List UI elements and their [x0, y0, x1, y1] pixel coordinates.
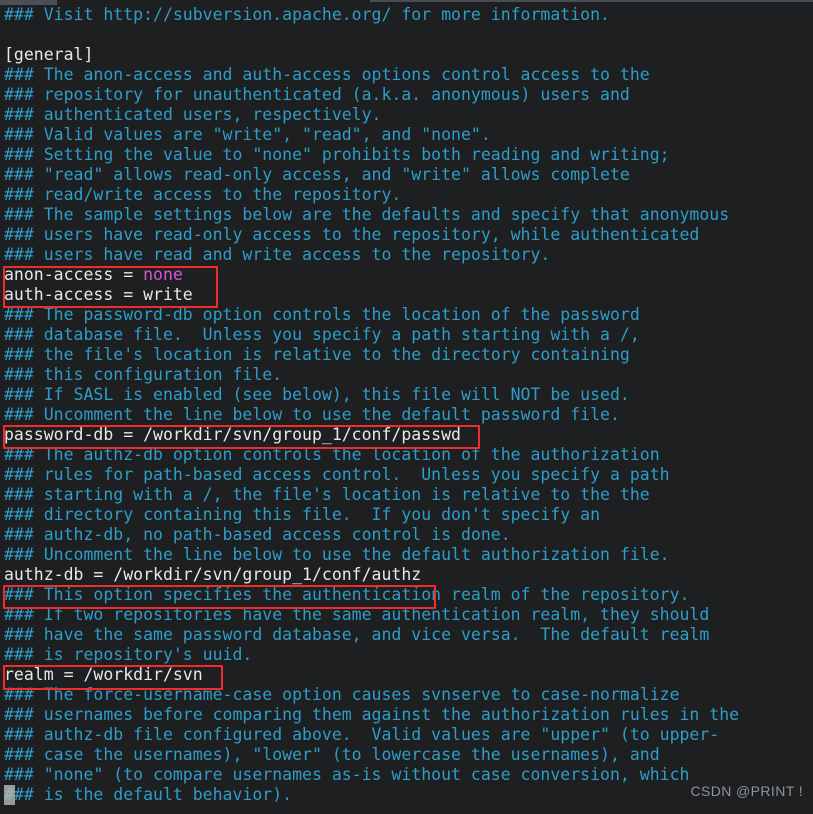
config-value: none [143, 265, 183, 284]
code-line[interactable]: ### users have read and write access to … [0, 245, 813, 265]
code-line[interactable]: ### users have read-only access to the r… [0, 225, 813, 245]
comment-text: ### If SASL is enabled (see below), this… [4, 385, 630, 404]
comment-text: ### database file. Unless you specify a … [4, 325, 640, 344]
comment-text: ### The authz-db option controls the loc… [4, 445, 660, 464]
code-line[interactable]: ### authz-db file configured above. Vali… [0, 725, 813, 745]
code-line[interactable]: ### If SASL is enabled (see below), this… [0, 385, 813, 405]
terminal-window: ### Visit http://subversion.apache.org/ … [0, 0, 813, 814]
comment-text: ### Setting the value to "none" prohibit… [4, 145, 670, 164]
comment-text: ### Uncomment the line below to use the … [4, 405, 620, 424]
watermark-label: CSDN @PRINT ! [690, 783, 803, 799]
code-line[interactable]: [general] [0, 45, 813, 65]
code-line[interactable]: ### Visit http://subversion.apache.org/ … [0, 5, 813, 25]
code-line[interactable]: anon-access = none [0, 265, 813, 285]
comment-text: ### rules for path-based access control.… [4, 465, 670, 484]
comment-text: ### "read" allows read-only access, and … [4, 165, 630, 184]
comment-text: ### authz-db file configured above. Vali… [4, 725, 720, 744]
comment-text: ### starting with a /, the file's locati… [4, 485, 650, 504]
code-line[interactable]: ### The authz-db option controls the loc… [0, 445, 813, 465]
comment-text: ### "none" (to compare usernames as-is w… [4, 765, 690, 784]
code-line[interactable]: ### the file's location is relative to t… [0, 345, 813, 365]
code-line[interactable]: ### Uncomment the line below to use the … [0, 405, 813, 425]
code-line[interactable]: ### is repository's uuid. [0, 645, 813, 665]
code-line[interactable]: ### starting with a /, the file's locati… [0, 485, 813, 505]
code-line[interactable] [0, 25, 813, 45]
code-line[interactable]: ### The anon-access and auth-access opti… [0, 65, 813, 85]
config-key: anon-access = [4, 265, 144, 284]
comment-text: ### the file's location is relative to t… [4, 345, 630, 364]
code-line[interactable]: ### The force-username-case option cause… [0, 685, 813, 705]
comment-text: ### this configuration file. [4, 365, 283, 384]
config-text: password-db = /workdir/svn/group_1/conf/… [4, 425, 461, 444]
text-cursor [4, 785, 15, 805]
code-line[interactable]: ### "read" allows read-only access, and … [0, 165, 813, 185]
code-line[interactable]: realm = /workdir/svn [0, 665, 813, 685]
comment-text: ### repository for unauthenticated (a.k.… [4, 85, 630, 104]
code-line[interactable]: ### case the usernames), "lower" (to low… [0, 745, 813, 765]
comment-text: ### users have read-only access to the r… [4, 225, 700, 244]
code-line[interactable]: ### have the same password database, and… [0, 625, 813, 645]
code-line[interactable]: password-db = /workdir/svn/group_1/conf/… [0, 425, 813, 445]
comment-text: ### authenticated users, respectively. [4, 105, 382, 124]
comment-text: ### directory containing this file. If y… [4, 505, 601, 524]
comment-text: ### have the same password database, and… [4, 625, 710, 644]
code-line[interactable]: ### Uncomment the line below to use the … [0, 545, 813, 565]
code-line[interactable]: ### this configuration file. [0, 365, 813, 385]
comment-text: ### The password-db option controls the … [4, 305, 640, 324]
comment-text: ### Uncomment the line below to use the … [4, 545, 670, 564]
comment-text: ### case the usernames), "lower" (to low… [4, 745, 660, 764]
comment-text: ### is the default behavior). [4, 785, 293, 804]
config-text: [general] [4, 45, 94, 64]
comment-text: ### users have read and write access to … [4, 245, 551, 264]
code-line[interactable]: ### The password-db option controls the … [0, 305, 813, 325]
code-line[interactable]: ### rules for path-based access control.… [0, 465, 813, 485]
code-line[interactable]: ### directory containing this file. If y… [0, 505, 813, 525]
comment-text: ### Valid values are "write", "read", an… [4, 125, 491, 144]
code-line[interactable]: authz-db = /workdir/svn/group_1/conf/aut… [0, 565, 813, 585]
config-text: auth-access = write [4, 285, 193, 304]
code-line[interactable]: ### repository for unauthenticated (a.k.… [0, 85, 813, 105]
config-text: realm = /workdir/svn [4, 665, 203, 684]
comment-text: ### Visit http://subversion.apache.org/ … [4, 5, 610, 24]
comment-text: ### The force-username-case option cause… [4, 685, 680, 704]
comment-text: ### authz-db, no path-based access contr… [4, 525, 511, 544]
code-line[interactable]: ### database file. Unless you specify a … [0, 325, 813, 345]
code-line[interactable]: ### read/write access to the repository. [0, 185, 813, 205]
comment-text: ### is repository's uuid. [4, 645, 253, 664]
code-line[interactable]: ### If two repositories have the same au… [0, 605, 813, 625]
code-line[interactable]: ### authenticated users, respectively. [0, 105, 813, 125]
code-line[interactable]: ### "none" (to compare usernames as-is w… [0, 765, 813, 785]
code-line[interactable]: auth-access = write [0, 285, 813, 305]
code-line[interactable]: ### authz-db, no path-based access contr… [0, 525, 813, 545]
config-text: authz-db = /workdir/svn/group_1/conf/aut… [4, 565, 422, 584]
comment-text: ### read/write access to the repository. [4, 185, 402, 204]
code-line[interactable]: ### usernames before comparing them agai… [0, 705, 813, 725]
code-line[interactable]: ### The sample settings below are the de… [0, 205, 813, 225]
comment-text: ### If two repositories have the same au… [4, 605, 710, 624]
code-line[interactable]: ### Valid values are "write", "read", an… [0, 125, 813, 145]
code-line[interactable]: ### Setting the value to "none" prohibit… [0, 145, 813, 165]
comment-text: ### The anon-access and auth-access opti… [4, 65, 650, 84]
comment-text: ### The sample settings below are the de… [4, 205, 730, 224]
comment-text: ### usernames before comparing them agai… [4, 705, 740, 724]
editor-text-area[interactable]: ### Visit http://subversion.apache.org/ … [0, 5, 813, 805]
code-line[interactable]: ### This option specifies the authentica… [0, 585, 813, 605]
window-top-border [370, 0, 813, 2]
comment-text: ### This option specifies the authentica… [4, 585, 690, 604]
